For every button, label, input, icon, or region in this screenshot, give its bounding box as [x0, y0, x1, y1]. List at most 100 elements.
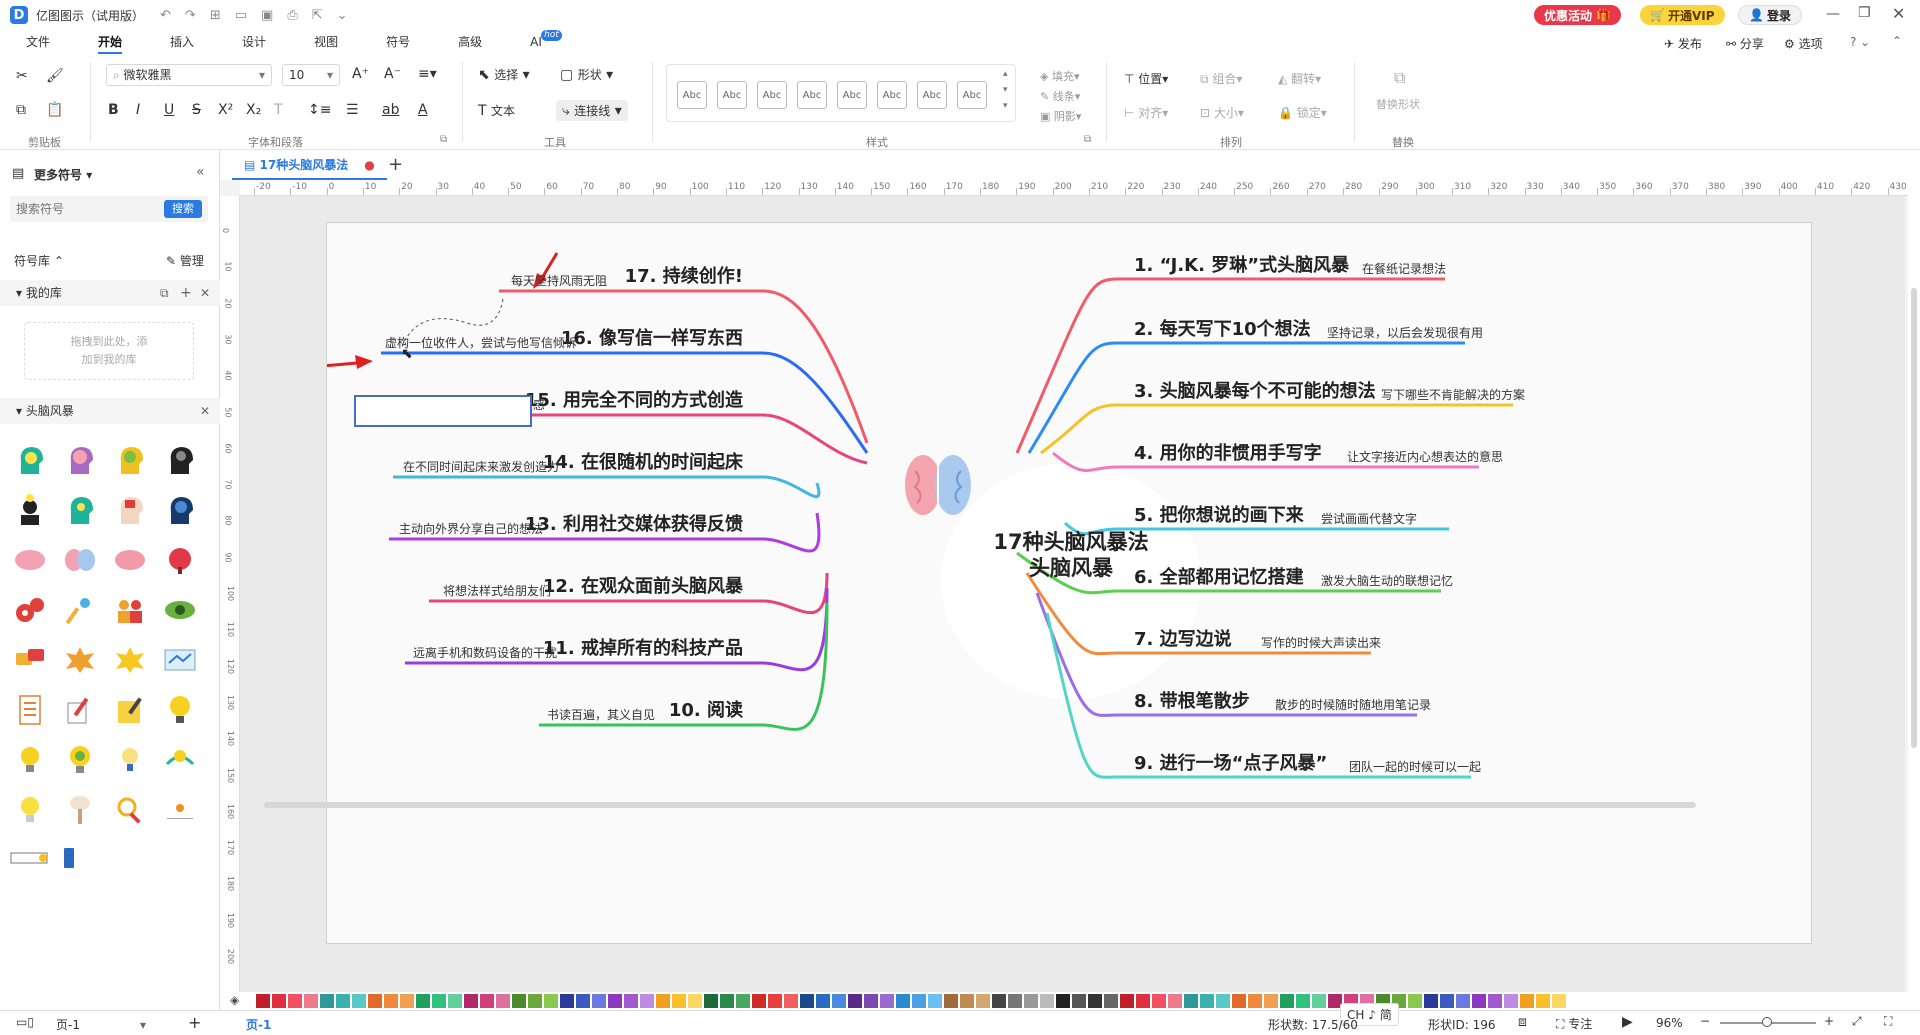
page-layout-icon[interactable]: ▭▯ — [16, 1015, 34, 1029]
gallery-down-icon[interactable]: ▾ — [1003, 85, 1008, 95]
bold-icon[interactable]: B — [108, 102, 119, 118]
color-swatch[interactable] — [1168, 994, 1182, 1008]
color-swatch[interactable] — [288, 994, 302, 1008]
promo-button[interactable]: 优惠活动 🎁 — [1534, 5, 1621, 25]
burst-icon[interactable] — [60, 640, 100, 680]
left-topic[interactable]: 12. 在观众面前头脑风暴 — [543, 572, 743, 598]
menu-ai[interactable]: AI hot — [506, 30, 566, 54]
manage-button[interactable]: ✎ 管理 — [166, 252, 204, 269]
head-navy-icon[interactable] — [160, 490, 200, 530]
left-topic[interactable]: 15. 用完全不同的方式创造 — [525, 386, 743, 412]
zoom-slider-thumb[interactable] — [1762, 1017, 1772, 1027]
color-swatch[interactable] — [656, 994, 670, 1008]
color-swatch[interactable] — [304, 994, 318, 1008]
color-swatch[interactable] — [1072, 994, 1086, 1008]
head-teal-icon[interactable] — [60, 490, 100, 530]
color-swatch[interactable] — [1520, 994, 1534, 1008]
style-preset[interactable]: Abc — [797, 81, 827, 109]
frame-icon[interactable] — [10, 838, 50, 878]
restore-icon[interactable]: ❐ — [1858, 5, 1871, 21]
zoom-out-icon[interactable]: − — [1700, 1014, 1710, 1028]
paste-icon[interactable]: 📋 — [46, 102, 63, 118]
color-swatch[interactable] — [1248, 994, 1262, 1008]
font-name-select[interactable]: ⌕ 微软雅黑 ▾ — [106, 64, 272, 86]
color-swatch[interactable] — [448, 994, 462, 1008]
color-swatch[interactable] — [880, 994, 894, 1008]
style-preset[interactable]: Abc — [757, 81, 787, 109]
color-swatch[interactable] — [848, 994, 862, 1008]
vip-button[interactable]: 🛒 开通VIP — [1640, 5, 1725, 25]
phone-icon[interactable] — [50, 838, 90, 878]
help-icon[interactable]: ? ⌄ — [1850, 35, 1870, 49]
color-swatch[interactable] — [1120, 994, 1134, 1008]
color-swatch[interactable] — [1136, 994, 1150, 1008]
new-tab-button[interactable]: + — [388, 154, 403, 175]
color-swatch[interactable] — [640, 994, 654, 1008]
zoom-level[interactable]: 96% — [1656, 1016, 1683, 1030]
increase-font-icon[interactable]: A⁺ — [352, 66, 369, 82]
color-swatch[interactable] — [1264, 994, 1278, 1008]
color-swatch[interactable] — [976, 994, 990, 1008]
color-swatch[interactable] — [1408, 994, 1422, 1008]
close-section-icon[interactable]: ✕ — [200, 398, 210, 424]
replace-shape-icon[interactable]: ⧉ — [1394, 68, 1405, 88]
color-swatch[interactable] — [864, 994, 878, 1008]
lock-button[interactable]: 🔒 锁定▾ — [1278, 104, 1327, 121]
add-page-button[interactable]: + — [188, 1013, 201, 1032]
head-bulb-icon[interactable] — [10, 440, 50, 480]
bulb-small-icon[interactable] — [110, 740, 150, 780]
brain-pink-icon[interactable] — [10, 540, 50, 580]
font-size-select[interactable]: 10 ▾ — [282, 64, 340, 86]
zoom-in-icon[interactable]: + — [1824, 1014, 1834, 1028]
cut-icon[interactable]: ✂ — [16, 68, 28, 84]
right-topic-note[interactable]: 团队一起的时候可以一起 — [1349, 758, 1481, 775]
color-swatch[interactable] — [832, 994, 846, 1008]
right-topic-note[interactable]: 在餐纸记录想法 — [1362, 260, 1446, 277]
person-idea-icon[interactable] — [10, 490, 50, 530]
head-gear-icon[interactable] — [110, 440, 150, 480]
right-topic-note[interactable]: 激发大脑生动的联想记忆 — [1321, 572, 1453, 589]
color-swatch[interactable] — [1424, 994, 1438, 1008]
color-swatch[interactable] — [912, 994, 926, 1008]
page-select[interactable]: 页-1 ▾ — [56, 1016, 146, 1033]
checklist-icon[interactable] — [10, 690, 50, 730]
color-swatch[interactable] — [1504, 994, 1518, 1008]
left-topic-note[interactable]: 主动向外界分享自己的想法 — [399, 520, 543, 537]
color-swatch[interactable] — [992, 994, 1006, 1008]
menu-view[interactable]: 视图 — [290, 30, 362, 54]
customize-icon[interactable]: ⌄ — [337, 8, 348, 23]
fill-bucket-icon[interactable]: ◈ — [230, 993, 239, 1007]
color-swatch[interactable] — [800, 994, 814, 1008]
color-swatch[interactable] — [1296, 994, 1310, 1008]
right-topic-note[interactable]: 散步的时候随时随地用笔记录 — [1275, 696, 1431, 713]
symbol-search-button[interactable]: 搜索 — [164, 200, 202, 218]
vertical-scrollbar[interactable] — [1908, 180, 1920, 996]
bulb-yellow-icon[interactable] — [10, 790, 50, 830]
color-swatch[interactable] — [352, 994, 366, 1008]
page-tab[interactable]: 页-1 — [246, 1016, 271, 1033]
menu-advanced[interactable]: 高级 — [434, 30, 506, 54]
color-swatch[interactable] — [560, 994, 574, 1008]
color-swatch[interactable] — [1472, 994, 1486, 1008]
color-swatch[interactable] — [1552, 994, 1566, 1008]
color-swatch[interactable] — [400, 994, 414, 1008]
color-swatch[interactable] — [736, 994, 750, 1008]
brain-side-icon[interactable] — [110, 540, 150, 580]
wand-icon[interactable] — [60, 590, 100, 630]
right-topic-note[interactable]: 坚持记录，以后会发现很有用 — [1327, 324, 1483, 341]
color-swatch[interactable] — [768, 994, 782, 1008]
gallery-up-icon[interactable]: ▴ — [1003, 69, 1008, 79]
shape-tool[interactable]: ▢ 形状 ▾ — [560, 66, 613, 83]
bulb-teal-icon[interactable] — [160, 740, 200, 780]
color-swatch[interactable] — [464, 994, 478, 1008]
import-icon[interactable]: ⧉ — [160, 280, 169, 306]
style-preset[interactable]: Abc — [837, 81, 867, 109]
collapse-ribbon-icon[interactable]: ⌃ — [1892, 34, 1902, 48]
head-puzzle-icon[interactable] — [110, 490, 150, 530]
decrease-font-icon[interactable]: A⁻ — [384, 66, 401, 82]
color-swatch[interactable] — [816, 994, 830, 1008]
play-icon[interactable]: ▶ — [1622, 1014, 1633, 1030]
right-topic-note[interactable]: 写作的时候大声读出来 — [1261, 634, 1381, 651]
format-painter-icon[interactable]: 🖌 — [46, 68, 64, 84]
group-button[interactable]: ⧉ 组合▾ — [1200, 70, 1242, 87]
